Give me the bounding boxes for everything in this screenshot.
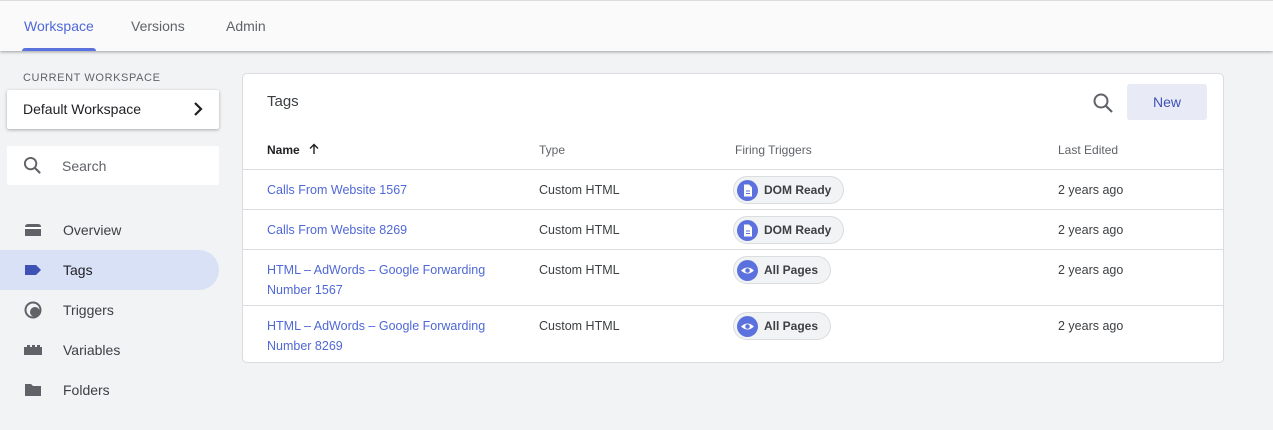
column-header-type[interactable]: Type [539, 143, 565, 157]
eye-icon [737, 316, 758, 337]
last-edited: 2 years ago [1058, 223, 1124, 237]
overview-icon [25, 224, 41, 236]
search-icon[interactable] [1092, 92, 1114, 114]
search-input[interactable] [62, 155, 212, 177]
document-icon [737, 180, 758, 201]
sidebar-item-label: Folders [63, 382, 110, 398]
sidebar-item-folders[interactable]: Folders [0, 370, 219, 410]
sidebar-item-label: Variables [63, 342, 121, 358]
tab-admin-label: Admin [226, 18, 266, 34]
tab-versions[interactable]: Versions [129, 1, 187, 51]
sidebar-item-label: Overview [63, 222, 122, 238]
current-workspace-label: CURRENT WORKSPACE [23, 72, 161, 84]
variables-icon [24, 345, 42, 355]
sidebar-item-variables[interactable]: Variables [0, 330, 219, 370]
last-edited: 2 years ago [1058, 263, 1124, 277]
card-title: Tags [267, 93, 299, 110]
tab-workspace-label: Workspace [24, 18, 94, 34]
trigger-chip-label: DOM Ready [764, 223, 832, 237]
column-header-name[interactable]: Name [267, 143, 320, 157]
workspace-selector[interactable]: Default Workspace [7, 90, 219, 129]
workspace-name: Default Workspace [23, 101, 142, 117]
tab-versions-label: Versions [131, 18, 185, 34]
chevron-right-icon [194, 102, 203, 116]
tag-type: Custom HTML [539, 183, 620, 197]
table-row[interactable]: Calls From Website 1567 Custom HTML DOM … [243, 169, 1223, 209]
tab-workspace[interactable]: Workspace [22, 1, 96, 51]
active-tab-indicator [22, 48, 96, 51]
tag-type: Custom HTML [539, 319, 620, 333]
sort-ascending-icon [309, 143, 319, 154]
column-header-last-edited[interactable]: Last Edited [1058, 143, 1118, 157]
trigger-chip[interactable]: DOM Ready [733, 176, 845, 204]
tag-name-link[interactable]: Calls From Website 8269 [267, 220, 517, 240]
column-header-label: Name [267, 143, 300, 157]
trigger-icon [24, 301, 42, 319]
trigger-chip-label: All Pages [764, 319, 819, 333]
tab-admin[interactable]: Admin [224, 1, 268, 51]
sidebar-item-overview[interactable]: Overview [0, 210, 219, 250]
column-header-firing-triggers[interactable]: Firing Triggers [735, 143, 812, 157]
search-icon [23, 156, 41, 174]
trigger-chip[interactable]: DOM Ready [733, 216, 845, 244]
tags-card: Tags New Name Type Firing Triggers Last … [242, 73, 1224, 363]
trigger-chip[interactable]: All Pages [733, 312, 832, 340]
tag-name-link[interactable]: HTML – AdWords – Google Forwarding Numbe… [267, 260, 517, 300]
eye-icon [737, 260, 758, 281]
table-row[interactable]: HTML – AdWords – Google Forwarding Numbe… [243, 249, 1223, 305]
tag-type: Custom HTML [539, 263, 620, 277]
tag-name-link[interactable]: Calls From Website 1567 [267, 180, 517, 200]
last-edited: 2 years ago [1058, 183, 1124, 197]
trigger-chip-label: DOM Ready [764, 183, 832, 197]
trigger-chip-label: All Pages [764, 263, 819, 277]
folder-icon [25, 384, 41, 396]
tag-icon [25, 265, 41, 275]
sidebar-item-triggers[interactable]: Triggers [0, 290, 219, 330]
tag-type: Custom HTML [539, 223, 620, 237]
sidebar-item-label: Tags [63, 262, 93, 278]
top-navigation-bar: Workspace Versions Admin [0, 0, 1273, 51]
sidebar-search [7, 146, 219, 185]
tag-name-link[interactable]: HTML – AdWords – Google Forwarding Numbe… [267, 316, 517, 356]
last-edited: 2 years ago [1058, 319, 1124, 333]
sidebar-item-label: Triggers [63, 302, 114, 318]
table-row[interactable]: Calls From Website 8269 Custom HTML DOM … [243, 209, 1223, 249]
trigger-chip[interactable]: All Pages [733, 256, 832, 284]
new-tag-button[interactable]: New [1127, 84, 1207, 120]
document-icon [737, 220, 758, 241]
table-row[interactable]: HTML – AdWords – Google Forwarding Numbe… [243, 305, 1223, 361]
sidebar-item-tags[interactable]: Tags [0, 250, 219, 290]
